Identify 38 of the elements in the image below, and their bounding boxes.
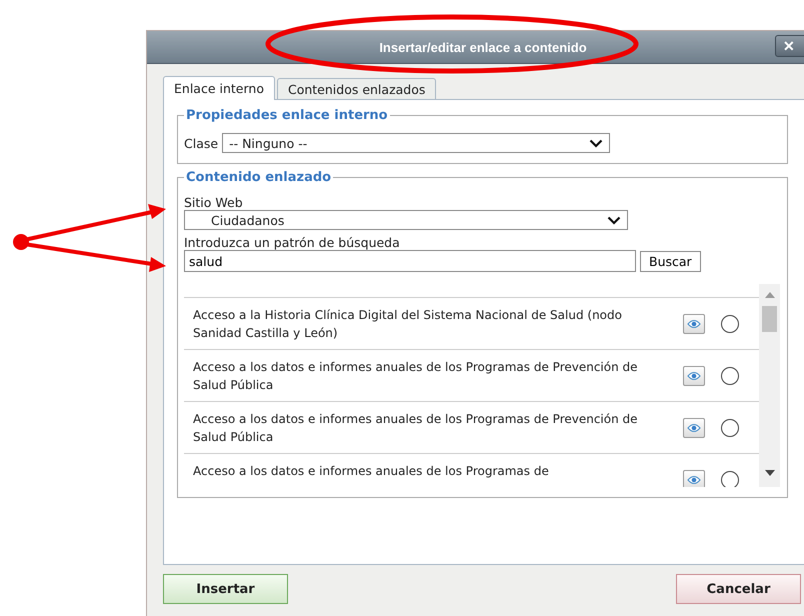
radio-button[interactable] [721,315,739,333]
eye-icon[interactable] [683,314,705,334]
group-legend: Propiedades enlace interno [184,108,390,123]
window-title: Insertar/editar enlace a contenido [379,40,587,54]
radio-button[interactable] [721,367,739,385]
result-row[interactable]: Acceso a la Historia Clínica Digital del Sistema Nacional de Salud (nodo Sanidad Castilla y León) [184,298,759,350]
class-dropdown[interactable]: -- Ninguno -- [222,133,610,153]
eye-icon[interactable] [683,470,705,487]
search-field[interactable]: salud [184,250,636,272]
scroll-down-icon[interactable] [765,470,775,476]
search-label: Introduzca un patrón de búsqueda [184,235,400,250]
chevron-down-icon [589,138,604,148]
scroll-thumb[interactable] [762,306,777,332]
result-row[interactable]: Acceso a los datos e informes anuales de los Programas de [184,454,759,487]
tab[interactable]: Contenidos enlazados [276,78,436,99]
result-row[interactable]: Acceso a los datos e informes anuales de los Programas de Prevención de Salud Pública [184,350,759,402]
site-dropdown[interactable]: Ciudadanos [184,210,628,230]
result-row[interactable]: Acceso a los datos e informes anuales de los Programas de Prevención de Salud Pública [184,402,759,454]
scrollbar[interactable] [759,284,780,487]
radio-button[interactable] [721,471,739,487]
result-title: Acceso a los datos e informes anuales de los Programas de [193,463,550,480]
cancel-button[interactable]: Cancelar [676,574,801,604]
eye-icon[interactable] [683,418,705,438]
result-title: Acceso a los datos e informes anuales de los Programas de Prevención de Salud Pública [193,359,639,394]
insert-button[interactable]: Insertar [163,574,288,604]
radio-button[interactable] [721,419,739,437]
site-label: Sitio Web [184,195,243,210]
search-button[interactable]: Buscar [640,250,701,272]
eye-icon[interactable] [683,366,705,386]
class-label: Clase [184,136,218,150]
close-button[interactable]: ✕ [775,35,804,57]
result-title: Acceso a los datos e informes anuales de los Programas de Prevención de Salud Pública [193,411,639,446]
result-title: Acceso a la Historia Clínica Digital del Sistema Nacional de Salud (nodo Sanidad Castilla y León) [193,307,623,342]
annotation-dot [13,234,29,250]
tab[interactable]: Enlace interno [163,76,275,100]
group-legend: Contenido enlazado [184,170,334,185]
chevron-down-icon [607,216,621,224]
scroll-up-icon[interactable] [765,292,775,298]
